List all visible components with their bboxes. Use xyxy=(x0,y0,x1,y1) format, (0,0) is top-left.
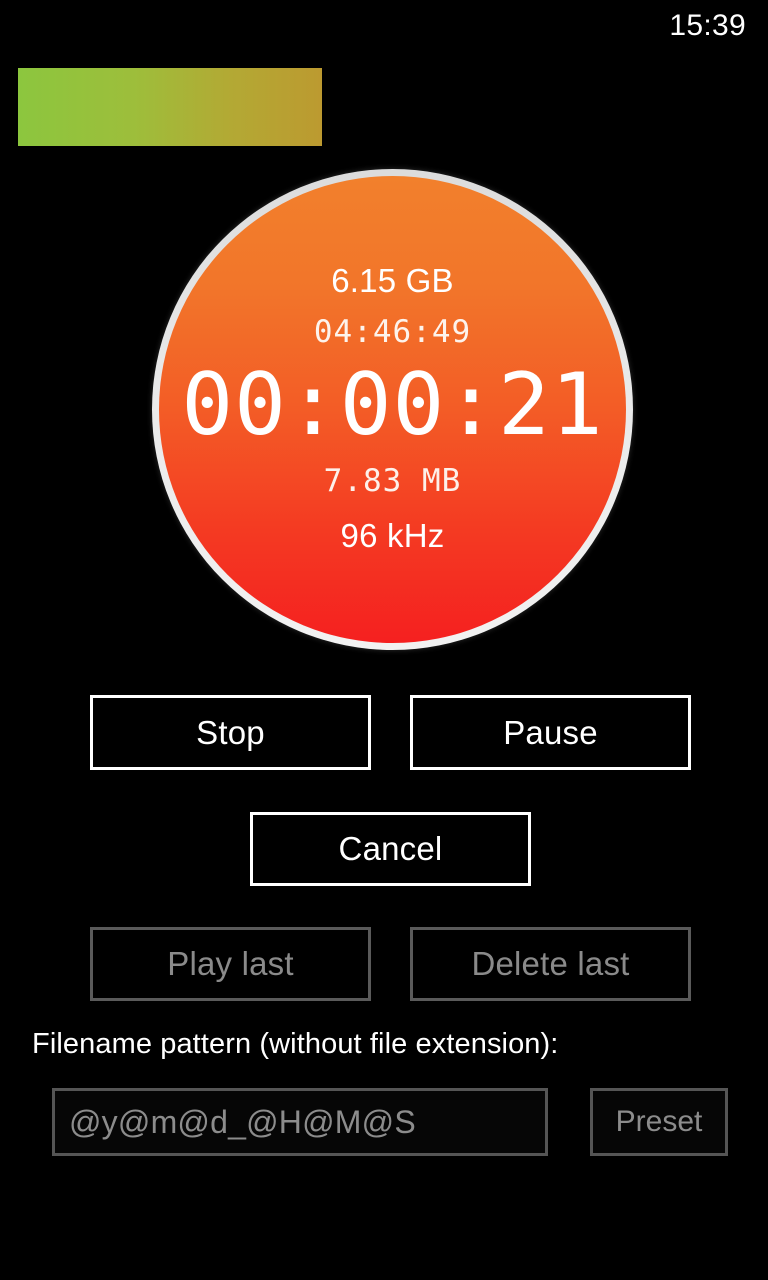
status-bar: 15:39 xyxy=(0,0,768,52)
time-remaining-value: 04:46:49 xyxy=(313,313,472,350)
delete-last-button[interactable]: Delete last xyxy=(410,927,691,1001)
sample-rate-value: 96 kHz xyxy=(340,516,445,554)
elapsed-time-value: 00:00:21 xyxy=(181,354,604,455)
file-size-value: 7.83 MB xyxy=(323,462,462,499)
cancel-button[interactable]: Cancel xyxy=(250,812,531,886)
app-screen: 15:39 6.15 GB 04:46:49 00:00:21 7.83 MB … xyxy=(0,0,768,1280)
timer-circle-face: 6.15 GB 04:46:49 00:00:21 7.83 MB 96 kHz xyxy=(159,176,626,643)
stop-button[interactable]: Stop xyxy=(90,695,371,770)
preset-button[interactable]: Preset xyxy=(590,1088,728,1156)
filename-pattern-label: Filename pattern (without file extension… xyxy=(32,1028,559,1060)
audio-level-meter xyxy=(18,68,322,146)
recording-timer-circle[interactable]: 6.15 GB 04:46:49 00:00:21 7.83 MB 96 kHz xyxy=(152,169,633,650)
filename-pattern-input[interactable]: @y@m@d_@H@M@S xyxy=(52,1088,548,1156)
status-bar-clock: 15:39 xyxy=(669,9,746,42)
play-last-button[interactable]: Play last xyxy=(90,927,371,1001)
free-space-value: 6.15 GB xyxy=(331,261,454,299)
pause-button[interactable]: Pause xyxy=(410,695,691,770)
